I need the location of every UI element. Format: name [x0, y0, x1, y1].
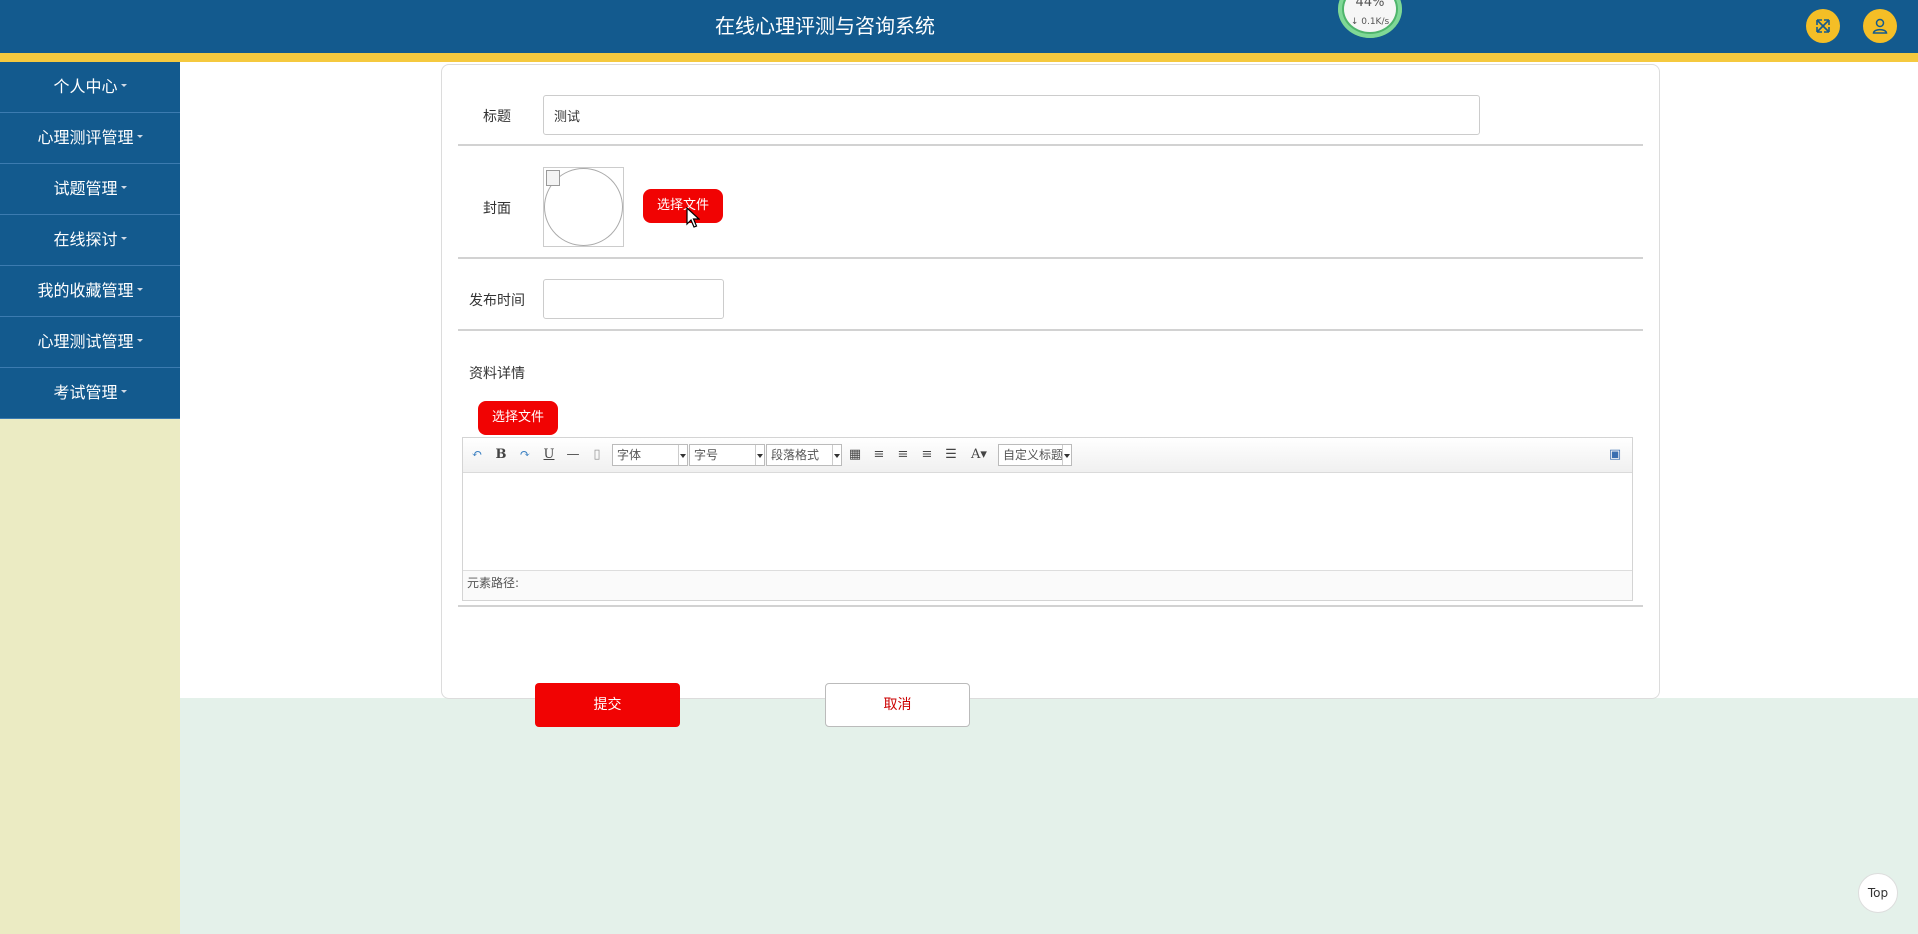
font-size-select[interactable]: 字号	[689, 444, 765, 466]
detail-label: 资料详情	[469, 366, 525, 382]
sidebar-item-exam-management[interactable]: 考试管理	[0, 368, 180, 419]
sidebar-item-label: 心理测评管理	[37, 128, 134, 147]
row-divider	[458, 144, 1643, 146]
cover-label: 封面	[483, 201, 511, 217]
material-form: 标题 封面 选择文件 发布时间 资料详情 选择文件 ↶ B ↷ U — ▯ 字体…	[441, 64, 1660, 727]
row-divider	[458, 257, 1643, 259]
caret-down-icon	[136, 288, 143, 291]
submit-button[interactable]: 提交	[535, 683, 680, 727]
undo-icon[interactable]: ↶	[468, 446, 486, 464]
sidebar-item-label: 心理测试管理	[37, 332, 134, 351]
paragraph-format-select[interactable]: 段落格式	[766, 444, 842, 466]
table-icon[interactable]: ▦	[846, 446, 864, 464]
underline-icon[interactable]: U	[540, 446, 558, 464]
user-menu-button[interactable]	[1863, 9, 1897, 43]
horizontal-rule-icon[interactable]: —	[564, 446, 582, 464]
caret-down-icon	[120, 84, 127, 87]
back-to-top-button[interactable]: Top	[1858, 873, 1898, 913]
paragraph-format-select-value: 段落格式	[771, 448, 820, 462]
choose-cover-file-button[interactable]: 选择文件	[643, 189, 723, 223]
caret-down-icon	[136, 339, 143, 342]
page-icon[interactable]: ▯	[588, 446, 606, 464]
mouse-pointer-icon	[686, 207, 700, 228]
font-family-select-value: 字体	[617, 448, 642, 462]
sidebar-item-online-discussion[interactable]: 在线探讨	[0, 215, 180, 266]
custom-title-select[interactable]: 自定义标题	[998, 444, 1072, 466]
element-path-status: 元素路径:	[463, 570, 1632, 600]
title-input[interactable]	[543, 95, 1480, 135]
sidebar-item-label: 个人中心	[53, 77, 118, 96]
publish-time-input[interactable]	[543, 279, 724, 319]
publish-time-label: 发布时间	[469, 293, 525, 309]
sidebar-item-assessment-management[interactable]: 心理测评管理	[0, 113, 180, 164]
header-accent-stripe	[0, 53, 1918, 62]
font-size-select-value: 字号	[694, 448, 719, 462]
row-divider	[458, 329, 1643, 331]
align-left-icon[interactable]: ≡	[870, 446, 888, 464]
network-speed: ↓ 0.1K/s	[1350, 17, 1390, 27]
font-color-icon[interactable]: A▾	[966, 446, 992, 464]
align-right-icon[interactable]: ≡	[894, 446, 912, 464]
align-center-icon[interactable]: ≡	[918, 446, 936, 464]
cover-preview	[543, 167, 624, 247]
sidebar-item-question-management[interactable]: 试题管理	[0, 164, 180, 215]
sidebar-item-label: 我的收藏管理	[37, 281, 134, 300]
redo-icon[interactable]: ↷	[516, 446, 534, 464]
fullscreen-icon	[1816, 19, 1830, 33]
caret-down-icon	[136, 135, 143, 138]
sidebar-item-label: 试题管理	[53, 179, 118, 198]
sidebar-item-psych-test-management[interactable]: 心理测试管理	[0, 317, 180, 368]
row-divider	[458, 605, 1643, 607]
caret-down-icon	[120, 390, 127, 393]
custom-title-select-value: 自定义标题	[1003, 448, 1064, 462]
choose-detail-file-button[interactable]: 选择文件	[478, 401, 558, 435]
cancel-button[interactable]: 取消	[825, 683, 970, 727]
bold-icon[interactable]: B	[492, 446, 510, 464]
broken-image-icon	[546, 170, 560, 186]
fullscreen-button[interactable]	[1806, 9, 1840, 43]
fullscreen-editor-icon[interactable]: ▣	[1606, 446, 1624, 464]
rich-text-editor: ↶ B ↷ U — ▯ 字体 字号 段落格式 ▦ ≡ ≡ ≡ ☰ A▾ 自定义标…	[462, 437, 1633, 601]
user-icon	[1872, 18, 1888, 34]
caret-down-icon	[120, 237, 127, 240]
top-header: 在线心理评测与咨询系统 44% ↓ 0.1K/s	[0, 0, 1918, 53]
caret-down-icon	[120, 186, 127, 189]
sidebar-item-label: 在线探讨	[53, 230, 118, 249]
editor-content-area[interactable]	[463, 473, 1632, 570]
app-title: 在线心理评测与咨询系统	[715, 14, 935, 38]
network-percent: 44%	[1355, 0, 1385, 10]
title-label: 标题	[483, 109, 511, 125]
align-justify-icon[interactable]: ☰	[942, 446, 960, 464]
sidebar: 个人中心 心理测评管理 试题管理 在线探讨 我的收藏管理 心理测试管理 考试管理	[0, 62, 180, 934]
sidebar-item-label: 考试管理	[53, 383, 118, 402]
font-family-select[interactable]: 字体	[612, 444, 688, 466]
sidebar-item-personal-center[interactable]: 个人中心	[0, 62, 180, 113]
editor-toolbar: ↶ B ↷ U — ▯ 字体 字号 段落格式 ▦ ≡ ≡ ≡ ☰ A▾ 自定义标…	[463, 438, 1632, 473]
sidebar-item-favorites-management[interactable]: 我的收藏管理	[0, 266, 180, 317]
